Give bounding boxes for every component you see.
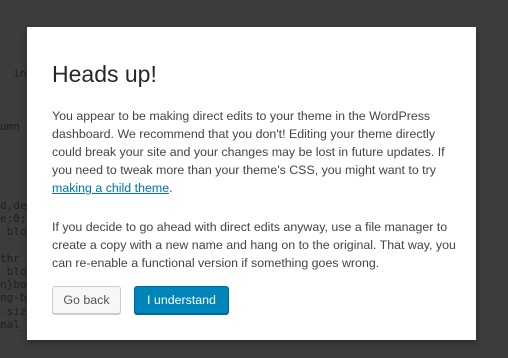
code-line: umn: [0, 119, 20, 133]
dialog-title: Heads up!: [52, 61, 157, 87]
go-back-button[interactable]: Go back: [52, 286, 121, 314]
warning-text: You appear to be making direct edits to …: [52, 109, 445, 177]
warning-text-end: .: [169, 181, 173, 195]
heads-up-dialog: Heads up! You appear to be making direct…: [27, 27, 476, 340]
child-theme-link[interactable]: making a child theme: [52, 181, 169, 195]
code-line: thr: [0, 251, 20, 265]
advice-paragraph: If you decide to go ahead with direct ed…: [52, 220, 456, 270]
warning-paragraph: You appear to be making direct edits to …: [52, 107, 456, 197]
i-understand-button[interactable]: I understand: [134, 286, 229, 314]
